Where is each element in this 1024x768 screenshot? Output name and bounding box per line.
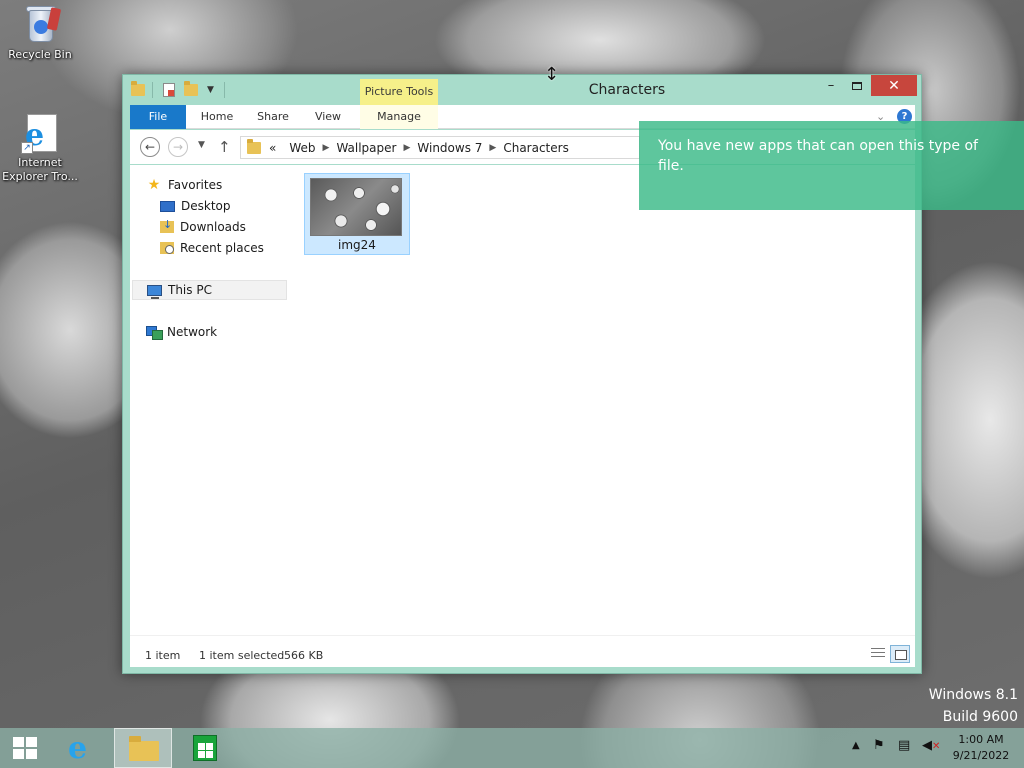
breadcrumb-separator-icon[interactable]: ▶ bbox=[403, 143, 410, 153]
clock-time: 1:00 AM bbox=[958, 733, 1004, 746]
desktop-icon-recycle-bin[interactable]: Recycle Bin bbox=[0, 4, 80, 62]
clock-date: 9/21/2022 bbox=[952, 749, 1010, 762]
start-button[interactable] bbox=[0, 728, 52, 768]
breadcrumb-separator-icon[interactable]: ▶ bbox=[323, 143, 330, 153]
internet-explorer-icon: e ↗ bbox=[19, 112, 61, 154]
breadcrumb-web[interactable]: Web bbox=[289, 141, 315, 155]
folder-icon bbox=[247, 138, 261, 154]
taskbar-internet-explorer[interactable]: e bbox=[56, 728, 110, 768]
network-tray-icon[interactable]: ▤ bbox=[898, 738, 910, 753]
resize-cursor-icon: ↕ bbox=[544, 64, 560, 85]
store-icon bbox=[193, 735, 217, 761]
notification-toast[interactable]: You have new apps that can open this typ… bbox=[639, 121, 1024, 210]
computer-icon bbox=[147, 284, 162, 299]
tab-manage[interactable]: Manage bbox=[360, 105, 438, 129]
action-center-flag-icon[interactable]: ⚑ bbox=[873, 738, 885, 753]
tab-view[interactable]: View bbox=[302, 105, 354, 129]
build-watermark: Windows 8.1 Build 9600 bbox=[929, 684, 1018, 728]
address-bar[interactable]: « Web ▶ Wallpaper ▶ Windows 7 ▶ Characte… bbox=[240, 136, 640, 159]
forward-button[interactable]: → bbox=[168, 137, 188, 157]
details-view-button[interactable] bbox=[868, 645, 888, 663]
nav-item-label: This PC bbox=[168, 283, 212, 297]
nav-item-label: Downloads bbox=[180, 220, 246, 234]
up-button[interactable]: ↑ bbox=[218, 138, 231, 156]
taskbar-file-explorer[interactable] bbox=[114, 728, 172, 768]
volume-muted-icon[interactable]: ◀✕ bbox=[922, 738, 940, 753]
breadcrumb-separator-icon[interactable]: ▶ bbox=[489, 143, 496, 153]
back-button[interactable]: ← bbox=[140, 137, 160, 157]
tab-share[interactable]: Share bbox=[248, 105, 298, 129]
close-button[interactable]: ✕ bbox=[871, 75, 917, 96]
nav-item-label: Desktop bbox=[181, 199, 231, 213]
downloads-icon bbox=[160, 218, 174, 233]
file-item[interactable]: img24 bbox=[304, 173, 410, 255]
nav-item-this-pc[interactable]: This PC bbox=[132, 280, 287, 300]
star-icon: ★ bbox=[147, 177, 161, 193]
show-hidden-icons-chevron-icon[interactable]: ▲ bbox=[852, 740, 860, 751]
status-item-count: 1 item bbox=[145, 649, 181, 662]
status-selected: 1 item selected bbox=[199, 649, 285, 662]
folder-icon bbox=[129, 736, 159, 761]
system-clock[interactable]: 1:00 AM 9/21/2022 bbox=[948, 732, 1014, 764]
file-name: img24 bbox=[338, 238, 376, 252]
taskbar: e ▲ ⚑ ▤ ◀✕ 1:00 AM 9/21/2022 bbox=[0, 728, 1024, 768]
nav-item-label: Network bbox=[167, 325, 218, 339]
nav-item-favorites[interactable]: ★ Favorites bbox=[146, 175, 306, 195]
status-size: 566 KB bbox=[284, 649, 324, 662]
breadcrumb-windows-7[interactable]: Windows 7 bbox=[417, 141, 482, 155]
toast-message: You have new apps that can open this typ… bbox=[658, 138, 978, 174]
status-bar: 1 item 1 item selected 566 KB bbox=[130, 635, 915, 667]
desktop-icon-label: Internet Explorer Tro... bbox=[2, 156, 78, 183]
window-title: Characters bbox=[588, 82, 666, 98]
tab-home[interactable]: Home bbox=[192, 105, 242, 129]
breadcrumb-wallpaper[interactable]: Wallpaper bbox=[336, 141, 396, 155]
watermark-line: Build 9600 bbox=[942, 709, 1018, 725]
minimize-button[interactable]: – bbox=[819, 75, 843, 96]
address-overflow[interactable]: « bbox=[269, 141, 276, 155]
nav-item-label: Favorites bbox=[168, 178, 223, 192]
title-bar[interactable]: ▼ Picture Tools Characters – ✕ bbox=[123, 75, 921, 105]
maximize-button[interactable] bbox=[845, 75, 869, 96]
nav-item-label: Recent places bbox=[180, 241, 264, 255]
desktop-icon-label: Recycle Bin bbox=[8, 48, 72, 61]
network-icon bbox=[146, 326, 163, 340]
internet-explorer-icon: e bbox=[68, 731, 88, 766]
maximize-icon bbox=[852, 81, 862, 90]
watermark-line: Windows 8.1 bbox=[928, 687, 1018, 703]
taskbar-store[interactable] bbox=[176, 728, 234, 768]
recycle-bin-icon bbox=[19, 4, 62, 46]
nav-item-network[interactable]: Network bbox=[146, 322, 306, 342]
image-thumbnail bbox=[310, 178, 402, 236]
windows-logo-icon bbox=[13, 737, 37, 759]
recent-places-icon bbox=[160, 242, 174, 254]
tab-file[interactable]: File bbox=[130, 105, 186, 129]
desktop-icon bbox=[160, 200, 175, 212]
large-icons-view-button[interactable] bbox=[890, 645, 910, 663]
breadcrumb-characters[interactable]: Characters bbox=[503, 141, 569, 155]
navigation-pane: ★ Favorites Desktop Downloads Recent pla… bbox=[130, 165, 290, 635]
file-list[interactable]: img24 bbox=[290, 165, 915, 635]
desktop-icon-internet-explorer[interactable]: e ↗ Internet Explorer Tro... bbox=[0, 112, 80, 184]
recent-locations-chevron-icon[interactable]: ▼ bbox=[198, 140, 205, 150]
